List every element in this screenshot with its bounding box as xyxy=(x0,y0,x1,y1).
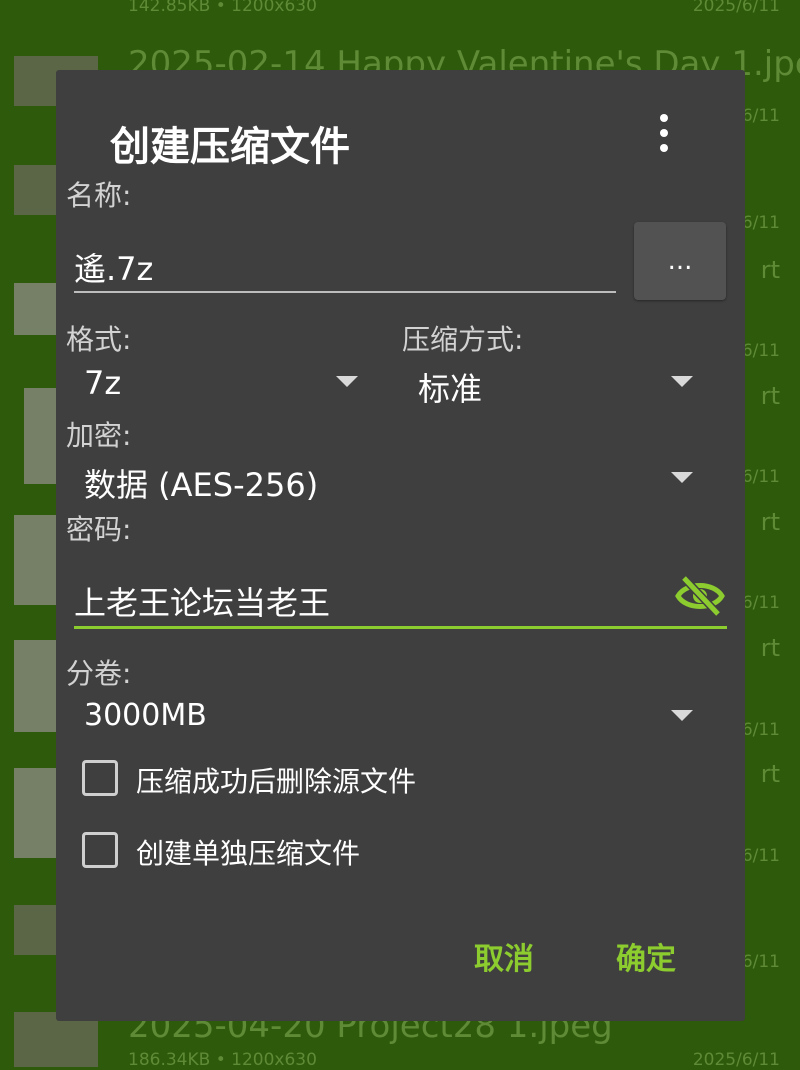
split-label: 分卷: xyxy=(66,657,132,690)
separate-archive-label[interactable]: 创建单独压缩文件 xyxy=(136,832,360,872)
name-input-underline xyxy=(74,291,616,293)
file-date: 2025/6/11 xyxy=(692,0,780,16)
name-input[interactable]: 遙.7z xyxy=(74,244,153,290)
file-date: 6/11 xyxy=(741,720,780,740)
split-select-value[interactable]: 3000MB xyxy=(84,698,207,733)
file-title-tail: rt xyxy=(760,760,780,788)
file-date: 6/11 xyxy=(741,593,780,613)
file-title-tail: rt xyxy=(760,256,780,284)
password-input[interactable]: 上老王论坛当老王 xyxy=(74,578,330,624)
encryption-dropdown-icon[interactable] xyxy=(671,472,693,483)
file-title-tail: rt xyxy=(760,634,780,662)
method-label: 压缩方式: xyxy=(402,323,524,356)
method-dropdown-icon[interactable] xyxy=(671,376,693,387)
eye-off-icon[interactable] xyxy=(674,570,726,622)
ok-button[interactable]: 确定 xyxy=(616,934,676,978)
file-date: 2025/6/11 xyxy=(692,1050,780,1070)
format-select-value[interactable]: 7z xyxy=(84,364,121,402)
file-title-tail: rt xyxy=(760,382,780,410)
method-select-value[interactable]: 标准 xyxy=(418,364,482,410)
file-date: 6/11 xyxy=(741,952,780,972)
encryption-label: 加密: xyxy=(66,419,132,452)
file-date: 6/11 xyxy=(741,213,780,233)
file-meta: 186.34KB • 1200x630 xyxy=(128,1050,317,1070)
file-date: 6/11 xyxy=(741,341,780,361)
cancel-button[interactable]: 取消 xyxy=(474,934,534,978)
file-title-tail: rt xyxy=(760,508,780,536)
dialog-title: 创建压缩文件 xyxy=(110,124,350,170)
format-dropdown-icon[interactable] xyxy=(336,376,358,387)
file-date: 6/11 xyxy=(741,846,780,866)
file-date: 6/11 xyxy=(741,106,780,126)
delete-source-checkbox[interactable] xyxy=(82,760,118,796)
file-meta: 142.85KB • 1200x630 xyxy=(128,0,317,16)
password-input-underline xyxy=(74,626,727,629)
delete-source-label[interactable]: 压缩成功后删除源文件 xyxy=(136,760,416,800)
file-date: 6/11 xyxy=(741,467,780,487)
file-thumbnail[interactable] xyxy=(24,388,56,484)
password-label: 密码: xyxy=(66,513,132,546)
format-label: 格式: xyxy=(66,323,132,356)
more-vertical-icon[interactable] xyxy=(652,114,676,154)
encryption-select-value[interactable]: 数据 (AES-256) xyxy=(84,460,318,506)
separate-archive-checkbox[interactable] xyxy=(82,832,118,868)
name-label: 名称: xyxy=(66,179,132,212)
split-dropdown-icon[interactable] xyxy=(671,710,693,721)
create-archive-dialog: 创建压缩文件 名称: 遙.7z ... 格式: 7z 压缩方式: 标准 加密: … xyxy=(56,70,745,1021)
browse-button[interactable]: ... xyxy=(634,222,726,300)
